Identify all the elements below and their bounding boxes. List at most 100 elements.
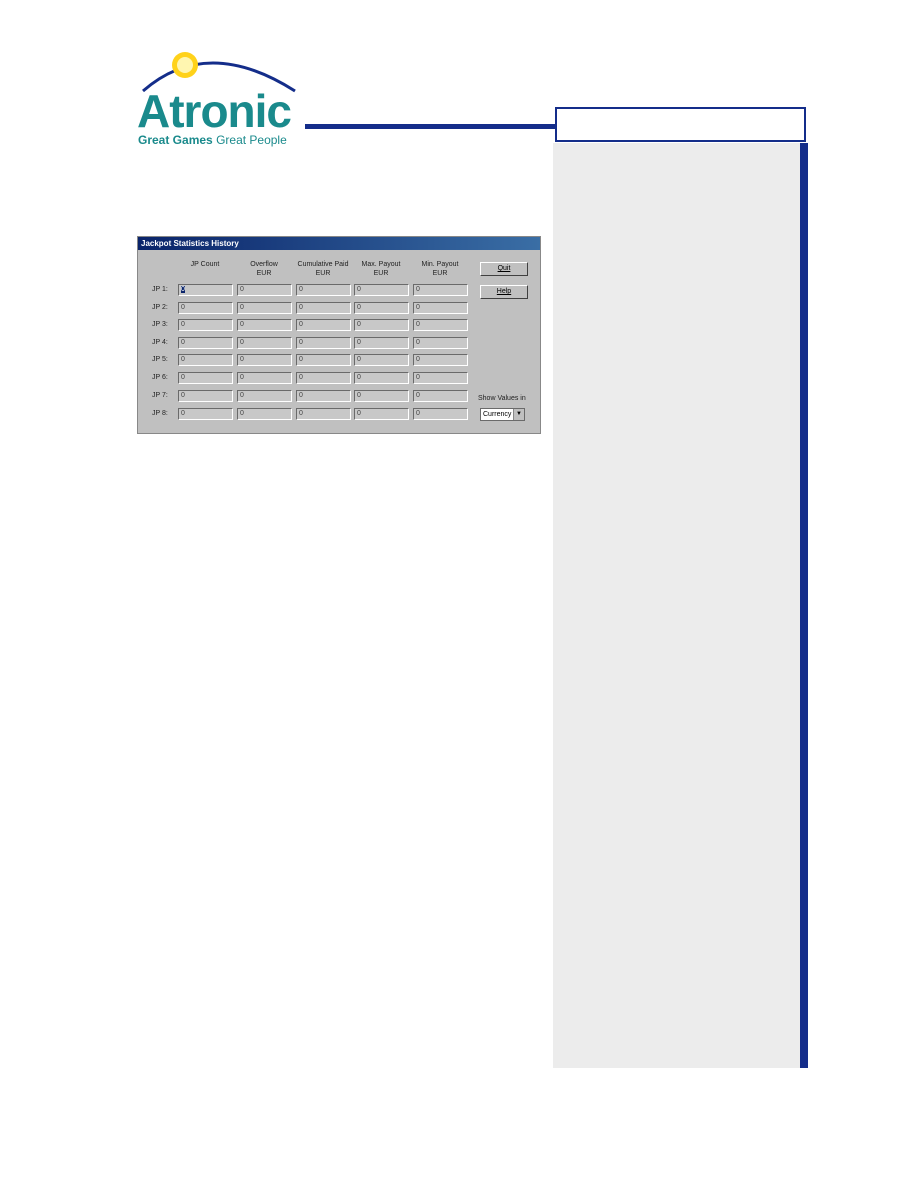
value-text: 0 bbox=[181, 286, 185, 293]
show-values-selected: Currency bbox=[483, 411, 512, 418]
column-header-line: EUR bbox=[432, 270, 448, 277]
value-field[interactable]: 0 bbox=[237, 408, 292, 420]
column-header: Min. Payout EUR bbox=[410, 260, 470, 278]
value-field[interactable]: 0 bbox=[413, 390, 468, 402]
value-field[interactable]: 0 bbox=[296, 372, 351, 384]
tagline-bold: Great Games bbox=[138, 133, 213, 147]
value-text: 0 bbox=[181, 392, 185, 399]
value-field[interactable]: 0 bbox=[178, 319, 233, 331]
row-label: JP 2: bbox=[152, 304, 168, 311]
value-text: 0 bbox=[416, 374, 420, 381]
value-field[interactable]: 0 bbox=[237, 372, 292, 384]
value-field[interactable]: 0 bbox=[178, 354, 233, 366]
value-field[interactable]: 0 bbox=[413, 372, 468, 384]
value-field[interactable]: 0 bbox=[354, 372, 409, 384]
value-text: 0 bbox=[240, 304, 244, 311]
value-field[interactable]: 0 bbox=[413, 319, 468, 331]
value-text: 0 bbox=[416, 286, 420, 293]
column-header-line: JP Count bbox=[190, 261, 220, 268]
column-header: JP Count bbox=[175, 260, 235, 269]
jackpot-statistics-dialog: Jackpot Statistics History Quit Help Sho… bbox=[137, 236, 541, 434]
header-rule bbox=[305, 124, 557, 129]
value-field[interactable]: 0 bbox=[413, 408, 468, 420]
value-field[interactable]: 0 bbox=[178, 372, 233, 384]
value-field[interactable]: 0 bbox=[296, 408, 351, 420]
dropdown-arrow-icon[interactable]: ▼ bbox=[513, 409, 524, 420]
value-text: 0 bbox=[357, 286, 361, 293]
column-header-line: Cumulative Paid bbox=[297, 261, 349, 268]
value-text: 0 bbox=[299, 339, 303, 346]
value-field[interactable]: 0 bbox=[354, 284, 409, 296]
column-header-line: Overflow bbox=[250, 261, 278, 268]
column-header-line: EUR bbox=[315, 270, 331, 277]
value-text: 0 bbox=[240, 286, 244, 293]
value-field[interactable]: 0 bbox=[178, 337, 233, 349]
value-text: 0 bbox=[181, 410, 185, 417]
value-text: 0 bbox=[181, 304, 185, 311]
logo-tagline: Great Games Great People bbox=[138, 133, 287, 147]
column-header-line: EUR bbox=[256, 270, 272, 277]
value-field[interactable]: 0 bbox=[178, 302, 233, 314]
value-field[interactable]: 0 bbox=[237, 337, 292, 349]
value-field[interactable]: 0 bbox=[178, 284, 233, 296]
value-text: 0 bbox=[299, 392, 303, 399]
value-text: 0 bbox=[357, 356, 361, 363]
value-field[interactable]: 0 bbox=[413, 302, 468, 314]
row-label: JP 4: bbox=[152, 339, 168, 346]
column-header: Cumulative Paid EUR bbox=[293, 260, 353, 278]
quit-button[interactable]: Quit bbox=[480, 262, 528, 276]
row-label: JP 5: bbox=[152, 356, 168, 363]
value-field[interactable]: 0 bbox=[178, 390, 233, 402]
value-field[interactable]: 0 bbox=[237, 319, 292, 331]
value-field[interactable]: 0 bbox=[237, 302, 292, 314]
value-field[interactable]: 0 bbox=[354, 337, 409, 349]
value-text: 0 bbox=[240, 321, 244, 328]
value-text: 0 bbox=[240, 410, 244, 417]
show-values-label: Show Values in bbox=[478, 395, 526, 402]
value-field[interactable]: 0 bbox=[296, 390, 351, 402]
value-field[interactable]: 0 bbox=[296, 302, 351, 314]
value-text: 0 bbox=[357, 410, 361, 417]
value-text: 0 bbox=[299, 356, 303, 363]
value-field[interactable]: 0 bbox=[354, 390, 409, 402]
sidebar-edge bbox=[800, 143, 808, 1068]
value-field[interactable]: 0 bbox=[413, 284, 468, 296]
value-field[interactable]: 0 bbox=[354, 354, 409, 366]
value-text: 0 bbox=[357, 339, 361, 346]
value-field[interactable]: 0 bbox=[413, 337, 468, 349]
value-field[interactable]: 0 bbox=[296, 354, 351, 366]
show-values-select[interactable]: Currency ▼ bbox=[480, 408, 525, 421]
value-text: 0 bbox=[416, 321, 420, 328]
value-field[interactable]: 0 bbox=[296, 319, 351, 331]
value-field[interactable]: 0 bbox=[237, 354, 292, 366]
value-text: 0 bbox=[357, 374, 361, 381]
row-label: JP 6: bbox=[152, 374, 168, 381]
logo-brand: Atronic bbox=[137, 85, 292, 137]
value-field[interactable]: 0 bbox=[354, 408, 409, 420]
column-header: Max. Payout EUR bbox=[351, 260, 411, 278]
value-field[interactable]: 0 bbox=[237, 390, 292, 402]
value-text: 0 bbox=[299, 374, 303, 381]
row-label: JP 7: bbox=[152, 392, 168, 399]
value-field[interactable]: 0 bbox=[354, 319, 409, 331]
value-text: 0 bbox=[240, 356, 244, 363]
value-text: 0 bbox=[240, 374, 244, 381]
value-text: 0 bbox=[299, 286, 303, 293]
value-text: 0 bbox=[181, 321, 185, 328]
value-field[interactable]: 0 bbox=[296, 284, 351, 296]
value-field[interactable]: 0 bbox=[178, 408, 233, 420]
header-box bbox=[555, 107, 806, 142]
help-button[interactable]: Help bbox=[480, 285, 528, 299]
value-text: 0 bbox=[299, 410, 303, 417]
row-label: JP 1: bbox=[152, 286, 168, 293]
value-field[interactable]: 0 bbox=[354, 302, 409, 314]
value-field[interactable]: 0 bbox=[237, 284, 292, 296]
row-label: JP 8: bbox=[152, 410, 168, 417]
tagline-rest: Great People bbox=[216, 133, 287, 147]
sidebar-panel bbox=[553, 143, 800, 1068]
value-field[interactable]: 0 bbox=[413, 354, 468, 366]
value-text: 0 bbox=[357, 321, 361, 328]
dialog-title: Jackpot Statistics History bbox=[138, 237, 540, 250]
value-text: 0 bbox=[357, 304, 361, 311]
value-field[interactable]: 0 bbox=[296, 337, 351, 349]
